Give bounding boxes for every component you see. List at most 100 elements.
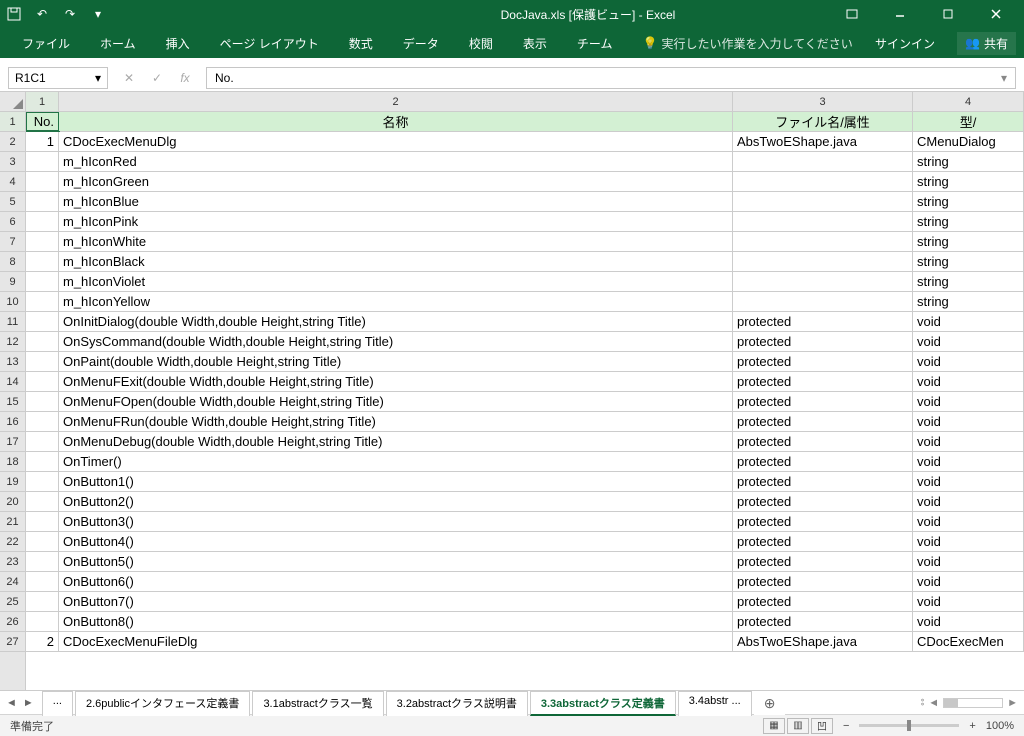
cell[interactable]: [26, 392, 59, 411]
close-button[interactable]: [974, 3, 1018, 25]
cell[interactable]: 型/: [913, 112, 1024, 131]
row-header[interactable]: 27: [0, 632, 25, 652]
cell[interactable]: [26, 172, 59, 191]
row-header[interactable]: 21: [0, 512, 25, 532]
ribbon-tab[interactable]: 挿入: [152, 31, 204, 56]
cell[interactable]: protected: [733, 332, 913, 351]
cell[interactable]: m_hIconBlue: [59, 192, 733, 211]
row-header[interactable]: 22: [0, 532, 25, 552]
sheet-tab[interactable]: 2.6publicインタフェース定義書: [75, 691, 250, 716]
zoom-value[interactable]: 100%: [986, 720, 1014, 732]
cell[interactable]: string: [913, 212, 1024, 231]
cell[interactable]: [26, 352, 59, 371]
page-break-view-icon[interactable]: 凹: [811, 718, 833, 734]
formula-expand-icon[interactable]: ▾: [1001, 71, 1007, 85]
cell[interactable]: string: [913, 172, 1024, 191]
cell[interactable]: [733, 292, 913, 311]
column-header[interactable]: 3: [733, 92, 913, 112]
cell[interactable]: [26, 312, 59, 331]
cell[interactable]: m_hIconPink: [59, 212, 733, 231]
ribbon-tab[interactable]: 表示: [509, 31, 561, 56]
cell[interactable]: 名称: [59, 112, 733, 131]
cells-area[interactable]: No. 名称 ファイル名/属性 型/ 1CDocExecMenuDlgAbsTw…: [26, 112, 1024, 690]
cell[interactable]: void: [913, 492, 1024, 511]
row-header[interactable]: 24: [0, 572, 25, 592]
cell[interactable]: m_hIconViolet: [59, 272, 733, 291]
row-header[interactable]: 5: [0, 192, 25, 212]
cell[interactable]: [26, 152, 59, 171]
save-icon[interactable]: [6, 6, 22, 22]
ribbon-tab[interactable]: 校閲: [455, 31, 507, 56]
cell[interactable]: void: [913, 612, 1024, 631]
cell[interactable]: protected: [733, 492, 913, 511]
name-box[interactable]: R1C1 ▾: [8, 67, 108, 89]
chevron-down-icon[interactable]: ▾: [95, 71, 101, 85]
cell[interactable]: void: [913, 412, 1024, 431]
row-header[interactable]: 14: [0, 372, 25, 392]
cell[interactable]: OnButton7(): [59, 592, 733, 611]
cell[interactable]: void: [913, 352, 1024, 371]
cell[interactable]: 1: [26, 132, 59, 151]
cell[interactable]: AbsTwoEShape.java: [733, 632, 913, 651]
row-header[interactable]: 6: [0, 212, 25, 232]
cell[interactable]: protected: [733, 352, 913, 371]
cell[interactable]: OnButton4(): [59, 532, 733, 551]
cell[interactable]: string: [913, 232, 1024, 251]
cell[interactable]: protected: [733, 512, 913, 531]
cell[interactable]: No.: [26, 112, 59, 131]
cell[interactable]: OnTimer(): [59, 452, 733, 471]
cell[interactable]: [26, 292, 59, 311]
cell[interactable]: void: [913, 532, 1024, 551]
sheet-scroll-right-arrow-icon[interactable]: ►: [1007, 697, 1018, 709]
cell[interactable]: [26, 272, 59, 291]
row-header[interactable]: 23: [0, 552, 25, 572]
cell[interactable]: [26, 332, 59, 351]
cell[interactable]: [26, 192, 59, 211]
add-sheet-button[interactable]: ⊕: [754, 692, 786, 715]
cell[interactable]: [26, 432, 59, 451]
zoom-in-button[interactable]: +: [969, 720, 975, 732]
cell[interactable]: protected: [733, 392, 913, 411]
ribbon-tab[interactable]: ページ レイアウト: [206, 31, 333, 56]
sheet-tab[interactable]: 3.4abstr ...: [678, 691, 752, 716]
row-header[interactable]: 1: [0, 112, 25, 132]
cell[interactable]: void: [913, 512, 1024, 531]
cell[interactable]: [733, 272, 913, 291]
signin-button[interactable]: サインイン: [867, 33, 943, 54]
zoom-slider[interactable]: [859, 724, 959, 727]
cell[interactable]: void: [913, 332, 1024, 351]
cell[interactable]: [26, 492, 59, 511]
ribbon-tab[interactable]: ファイル: [8, 31, 84, 56]
cell[interactable]: [26, 512, 59, 531]
cell[interactable]: m_hIconGreen: [59, 172, 733, 191]
sheet-tab[interactable]: 3.1abstractクラス一覧: [252, 691, 383, 716]
cell[interactable]: string: [913, 292, 1024, 311]
ribbon-tab[interactable]: データ: [389, 31, 453, 56]
cell[interactable]: [733, 152, 913, 171]
sheet-tab[interactable]: 3.3abstractクラス定義書: [530, 691, 676, 716]
cell[interactable]: void: [913, 572, 1024, 591]
cell[interactable]: protected: [733, 412, 913, 431]
enter-icon[interactable]: ✓: [148, 69, 166, 87]
ribbon-tab[interactable]: チーム: [563, 31, 627, 56]
fx-icon[interactable]: fx: [176, 69, 194, 87]
cell[interactable]: [26, 252, 59, 271]
cell[interactable]: OnButton6(): [59, 572, 733, 591]
cell[interactable]: [26, 592, 59, 611]
sheet-scroll-left-icon[interactable]: ⦂: [921, 696, 924, 709]
ribbon-tab[interactable]: ホーム: [86, 31, 150, 56]
cell[interactable]: m_hIconWhite: [59, 232, 733, 251]
column-header[interactable]: 4: [913, 92, 1024, 112]
cell[interactable]: void: [913, 372, 1024, 391]
cell[interactable]: OnPaint(double Width,double Height,strin…: [59, 352, 733, 371]
tellme-box[interactable]: 💡 実行したい作業を入力してください: [642, 35, 852, 52]
cell[interactable]: CDocExecMenuDlg: [59, 132, 733, 151]
sheet-tab[interactable]: 3.2abstractクラス説明書: [386, 691, 528, 716]
cell[interactable]: protected: [733, 612, 913, 631]
cell[interactable]: [26, 212, 59, 231]
cell[interactable]: protected: [733, 312, 913, 331]
row-header[interactable]: 3: [0, 152, 25, 172]
cell[interactable]: protected: [733, 472, 913, 491]
cell[interactable]: OnButton5(): [59, 552, 733, 571]
redo-icon[interactable]: ↷: [62, 6, 78, 22]
